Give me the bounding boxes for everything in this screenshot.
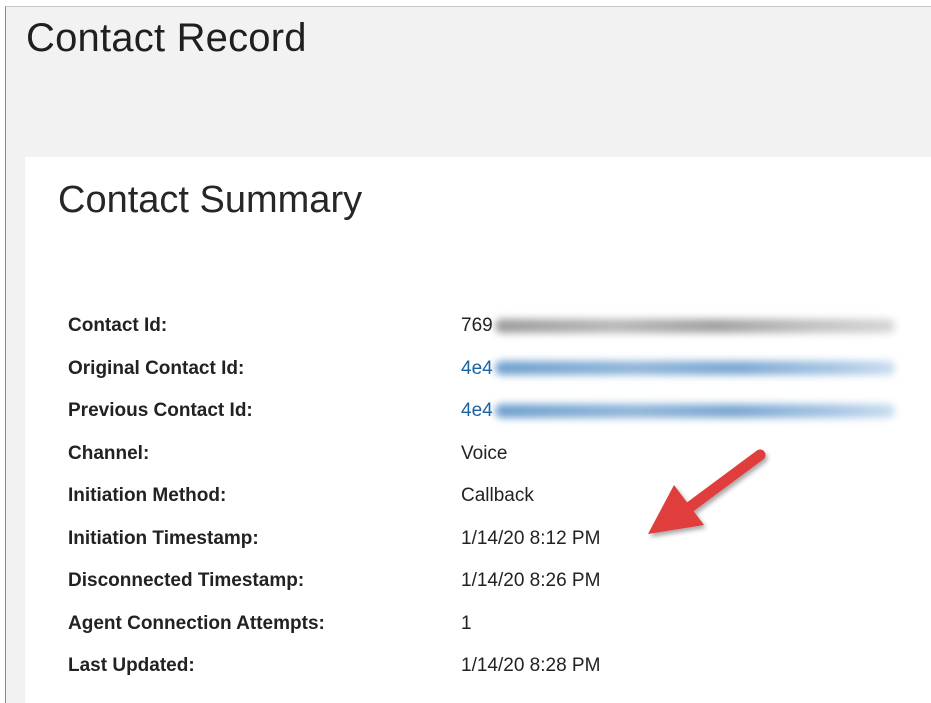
row-last-updated: Last Updated: 1/14/20 8:28 PM [68,655,928,698]
initiation-method-value: Callback [461,485,534,506]
row-channel: Channel: Voice [68,443,928,486]
last-updated-value: 1/14/20 8:28 PM [461,655,601,676]
contact-summary-list: Contact Id: 769 Original Contact Id: 4e4… [68,315,928,698]
agent-connection-attempts-value: 1 [461,612,472,634]
last-updated-label: Last Updated: [68,655,195,676]
contact-id-label: Contact Id: [68,315,168,336]
disconnected-timestamp-label: Disconnected Timestamp: [68,570,305,591]
row-initiation-method: Initiation Method: Callback [68,485,928,528]
initiation-method-label: Initiation Method: [68,485,227,506]
redacted-original-contact-id [494,361,895,376]
contact-summary-card: Contact Summary Contact Id: 769 Original… [25,157,931,703]
contact-id-value: 769 [461,315,895,337]
channel-value: Voice [461,442,508,464]
original-contact-id-label: Original Contact Id: [68,357,245,379]
disconnected-timestamp-value: 1/14/20 8:26 PM [461,570,601,591]
row-disconnected-timestamp: Disconnected Timestamp: 1/14/20 8:26 PM [68,570,928,613]
row-previous-contact-id: Previous Contact Id: 4e4 [68,400,928,443]
row-agent-connection-attempts: Agent Connection Attempts: 1 [68,613,928,656]
previous-contact-id-label: Previous Contact Id: [68,400,253,421]
contact-record-frame: Contact Record Contact Summary Contact I… [5,6,931,703]
row-initiation-timestamp: Initiation Timestamp: 1/14/20 8:12 PM [68,528,928,571]
row-original-contact-id: Original Contact Id: 4e4 [68,358,928,401]
row-contact-id: Contact Id: 769 [68,315,928,358]
redacted-contact-id [494,318,895,333]
channel-label: Channel: [68,442,150,464]
page-title: Contact Record [26,16,307,60]
previous-contact-id-link[interactable]: 4e4 [461,400,895,422]
redacted-previous-contact-id [494,403,895,418]
initiation-timestamp-value: 1/14/20 8:12 PM [461,527,601,549]
agent-connection-attempts-label: Agent Connection Attempts: [68,612,325,634]
original-contact-id-link[interactable]: 4e4 [461,358,895,380]
initiation-timestamp-label: Initiation Timestamp: [68,527,259,549]
contact-summary-title: Contact Summary [58,179,363,221]
